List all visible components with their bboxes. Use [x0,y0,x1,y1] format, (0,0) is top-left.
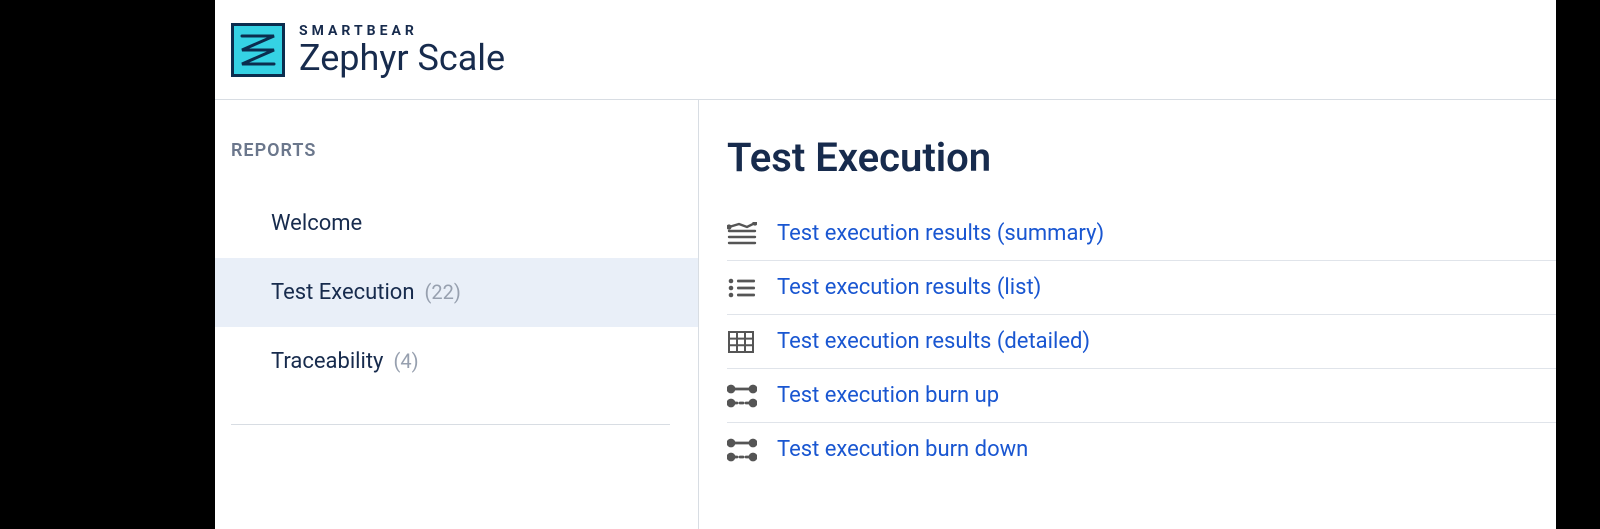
sidebar-title: REPORTS [215,140,698,189]
page-title: Test Execution [727,134,1556,181]
sidebar-item-label: Traceability [271,349,383,374]
report-row-burn-down[interactable]: Test execution burn down [727,423,1556,476]
right-black-bar [1556,0,1600,529]
report-link: Test execution results (list) [777,275,1041,300]
content-area: SMARTBEAR Zephyr Scale REPORTS Welcome T… [215,0,1556,529]
app-header: SMARTBEAR Zephyr Scale [215,0,1556,100]
brand-bottom: Zephyr Scale [299,40,505,76]
logo-icon [231,23,285,77]
sidebar-item-welcome[interactable]: Welcome [215,189,698,258]
left-black-bar [0,0,215,529]
burndown-icon [727,438,757,462]
sidebar-item-label: Welcome [271,211,362,236]
burnup-icon [727,384,757,408]
sidebar-item-label: Test Execution [271,280,415,305]
report-row-summary[interactable]: Test execution results (summary) [727,207,1556,261]
report-row-detailed[interactable]: Test execution results (detailed) [727,315,1556,369]
sidebar-item-traceability[interactable]: Traceability (4) [215,327,698,396]
report-link: Test execution burn down [777,437,1028,462]
body-area: REPORTS Welcome Test Execution (22) Trac… [215,100,1556,529]
main-panel: Test Execution Test executio [699,100,1556,529]
sidebar: REPORTS Welcome Test Execution (22) Trac… [215,100,699,529]
sidebar-item-count: (4) [393,349,418,373]
report-row-burn-up[interactable]: Test execution burn up [727,369,1556,423]
list-icon [727,276,757,300]
sidebar-item-test-execution[interactable]: Test Execution (22) [215,258,698,327]
sidebar-item-count: (22) [425,280,461,304]
report-link: Test execution results (summary) [777,221,1104,246]
logo-text: SMARTBEAR Zephyr Scale [299,24,505,76]
report-link: Test execution burn up [777,383,999,408]
report-row-list[interactable]: Test execution results (list) [727,261,1556,315]
summary-icon [727,222,757,246]
report-link: Test execution results (detailed) [777,329,1090,354]
grid-icon [727,330,757,354]
brand-top: SMARTBEAR [299,24,505,38]
sidebar-divider [231,424,670,425]
